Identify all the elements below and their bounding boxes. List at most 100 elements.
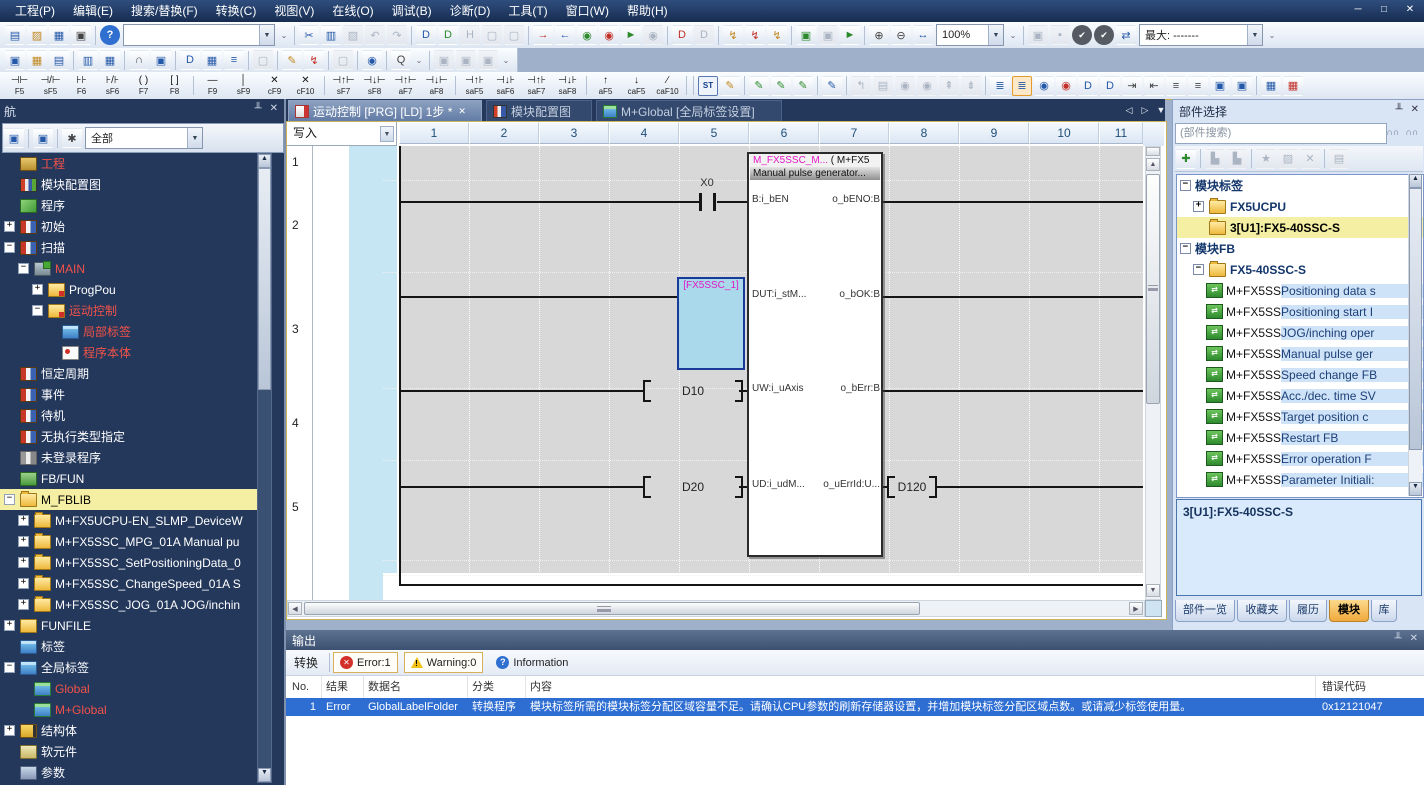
pin-icon[interactable]: ╨ bbox=[1395, 633, 1402, 644]
module-configuration-icon[interactable]: ▦ bbox=[27, 50, 47, 70]
print-icon[interactable]: ▣ bbox=[71, 25, 91, 45]
ladder-symbol-F6[interactable]: ⊦⊦F6 bbox=[66, 73, 97, 98]
close-icon[interactable]: ✕ bbox=[1411, 104, 1419, 115]
insert-row-icon[interactable]: ⇞ bbox=[939, 76, 959, 96]
nav-item[interactable]: −MAIN bbox=[0, 258, 258, 279]
tool-gray-icon[interactable]: ▢ bbox=[333, 50, 353, 70]
edge-edit-icon[interactable]: ≣ bbox=[990, 76, 1010, 96]
collapse-icon[interactable]: − bbox=[4, 242, 15, 253]
fb-save-icon[interactable]: ▦ bbox=[1261, 76, 1281, 96]
close-icon[interactable]: ✕ bbox=[1410, 633, 1418, 644]
nav-item[interactable]: −扫描 bbox=[0, 237, 258, 258]
module-tree-item[interactable]: −模块FB bbox=[1177, 238, 1423, 259]
device-display-dd-icon[interactable]: ◉ bbox=[362, 50, 382, 70]
zoom-in-icon[interactable]: ⊕ bbox=[869, 25, 889, 45]
scroll-up-icon[interactable]: ▲ bbox=[1146, 158, 1160, 171]
undo-icon[interactable]: ↶ bbox=[365, 25, 385, 45]
options-gray-icon[interactable]: ▢ bbox=[253, 50, 273, 70]
add-global-label-icon[interactable]: ✚ bbox=[1176, 149, 1196, 169]
find-replace-icon[interactable]: ∩ bbox=[129, 50, 149, 70]
expand-icon[interactable]: + bbox=[18, 536, 29, 547]
menu-item-1[interactable]: 编辑(E) bbox=[64, 0, 122, 22]
window-tile-icon[interactable]: ▦ bbox=[100, 50, 120, 70]
device-tree-icon[interactable]: ≡ bbox=[224, 50, 244, 70]
menu-item-0[interactable]: 工程(P) bbox=[6, 0, 64, 22]
dropdown-arrow-icon[interactable]: ▼ bbox=[988, 25, 1003, 45]
nav-item[interactable]: +M+FX5SSC_ChangeSpeed_01A S bbox=[0, 573, 258, 594]
function-block[interactable] bbox=[747, 152, 883, 557]
scroll-up-icon[interactable]: ▲ bbox=[1409, 174, 1422, 188]
device-write-icon[interactable]: D bbox=[416, 25, 436, 45]
navigation-scrollbar[interactable]: ▲ ▼ bbox=[257, 153, 272, 783]
max-combo[interactable]: 最大: -------▼ bbox=[1139, 24, 1263, 46]
ladder-symbol-aF8[interactable]: ⊣↓⊢aF8 bbox=[421, 73, 452, 98]
fb-list-item[interactable]: ⇄M+FX5SSPositioning start I bbox=[1177, 301, 1423, 322]
nav-item[interactable]: 参数 bbox=[0, 762, 258, 783]
fb-list-item[interactable]: ⇄M+FX5SSTarget position c bbox=[1177, 406, 1423, 427]
nav-item[interactable]: 程序本体 bbox=[0, 342, 258, 363]
transfer-setup-icon[interactable]: ⇄ bbox=[1116, 25, 1136, 45]
favorite-star-icon[interactable]: ★ bbox=[1256, 149, 1276, 169]
device-find-icon[interactable]: D bbox=[1078, 76, 1098, 96]
dropdown-arrow-icon[interactable]: ▼ bbox=[380, 126, 394, 142]
ladder-symbol-sF6[interactable]: ⊦/⊦sF6 bbox=[97, 73, 128, 98]
find-ladder-icon[interactable]: ◉ bbox=[1034, 76, 1054, 96]
find-document2-icon[interactable]: ◉ bbox=[917, 76, 937, 96]
edge-edit2-icon[interactable]: ≣ bbox=[1012, 76, 1032, 96]
display-target-dd-icon[interactable]: ▤ bbox=[1329, 149, 1349, 169]
expand-icon[interactable]: + bbox=[18, 599, 29, 610]
find-document-icon[interactable]: ◉ bbox=[895, 76, 915, 96]
ladder-symbol-saF8[interactable]: ⊣↓⊦saF8 bbox=[552, 73, 583, 98]
nav-item[interactable]: 工程 bbox=[0, 153, 258, 174]
align-bottom-icon[interactable]: ≡ bbox=[1188, 76, 1208, 96]
fb-list-item[interactable]: ⇄M+FX5SSJOG/inching oper bbox=[1177, 322, 1423, 343]
write-to-plc-icon[interactable]: → bbox=[533, 25, 553, 45]
collapse-icon[interactable]: − bbox=[18, 263, 29, 274]
window-display-icon[interactable]: ▣ bbox=[33, 128, 53, 148]
nav-item[interactable]: 标签 bbox=[0, 636, 258, 657]
select-mode-icon[interactable]: ▣ bbox=[1210, 76, 1230, 96]
ladder-canvas[interactable]: 12345写入▼1234567891011X0D10D20D120[FX5SSC… bbox=[287, 122, 1164, 617]
find-ladder2-icon[interactable]: ◉ bbox=[1056, 76, 1076, 96]
nav-item[interactable]: 程序 bbox=[0, 195, 258, 216]
dropdown-arrow-icon[interactable]: ▼ bbox=[259, 25, 274, 45]
nav-item[interactable]: +结构体 bbox=[0, 720, 258, 741]
selector-tab-4[interactable]: 库 bbox=[1371, 600, 1397, 622]
expand-icon[interactable]: + bbox=[32, 284, 43, 295]
redo-icon[interactable]: ↷ bbox=[387, 25, 407, 45]
expand-icon[interactable]: + bbox=[4, 221, 15, 232]
collapse-icon[interactable]: − bbox=[4, 662, 15, 673]
nav-item[interactable]: +ProgPou bbox=[0, 279, 258, 300]
ladder-symbol-cF10[interactable]: ✕cF10 bbox=[290, 73, 321, 98]
nav-item[interactable]: 模块配置图 bbox=[0, 174, 258, 195]
undo-edit-icon[interactable]: ↰ bbox=[851, 76, 871, 96]
expand-icon[interactable]: + bbox=[18, 557, 29, 568]
edit-block-icon[interactable]: ✎ bbox=[793, 76, 813, 96]
scroll-up-icon[interactable]: ▲ bbox=[258, 154, 271, 168]
edit-comment-icon[interactable]: ✎ bbox=[720, 76, 740, 96]
ladder-symbol-sF9[interactable]: │sF9 bbox=[228, 73, 259, 98]
nav-item[interactable]: 软元件 bbox=[0, 741, 258, 762]
ladder-symbol-F8[interactable]: [ ]F8 bbox=[159, 73, 190, 98]
window-list-icon[interactable]: ▥ bbox=[78, 50, 98, 70]
dropdown-arrow-icon[interactable]: ▼ bbox=[1247, 25, 1262, 45]
device-read2-icon[interactable]: ▢ bbox=[482, 25, 502, 45]
edit-coil-icon[interactable]: ✎ bbox=[771, 76, 791, 96]
nav-item[interactable]: 事件 bbox=[0, 384, 258, 405]
navigation-window-icon[interactable]: ▣ bbox=[5, 50, 25, 70]
ladder-symbol-sF5[interactable]: ⊣/⊢sF5 bbox=[35, 73, 66, 98]
information-filter-button[interactable]: Information bbox=[489, 652, 575, 673]
menu-item-8[interactable]: 工具(T) bbox=[499, 0, 556, 22]
delete-line-icon[interactable]: ⇤ bbox=[1144, 76, 1164, 96]
io-assignment-icon[interactable]: ↯ bbox=[304, 50, 324, 70]
monitor-run-icon[interactable]: ► bbox=[621, 25, 641, 45]
selector-tab-3[interactable]: 模块 bbox=[1329, 600, 1369, 622]
selector-tab-2[interactable]: 履历 bbox=[1289, 600, 1327, 622]
monitor-start-icon[interactable]: ▣ bbox=[796, 25, 816, 45]
element-search-dd-icon[interactable]: Q bbox=[391, 50, 411, 70]
ladder-symbol-saF7[interactable]: ⊣↑⊦saF7 bbox=[521, 73, 552, 98]
scroll-left-icon[interactable]: ◀ bbox=[288, 602, 302, 615]
expand-icon[interactable]: + bbox=[1193, 201, 1204, 212]
module-tree-item[interactable]: −FX5-40SSC-S bbox=[1177, 259, 1423, 280]
select-mode2-icon[interactable]: ▣ bbox=[1232, 76, 1252, 96]
